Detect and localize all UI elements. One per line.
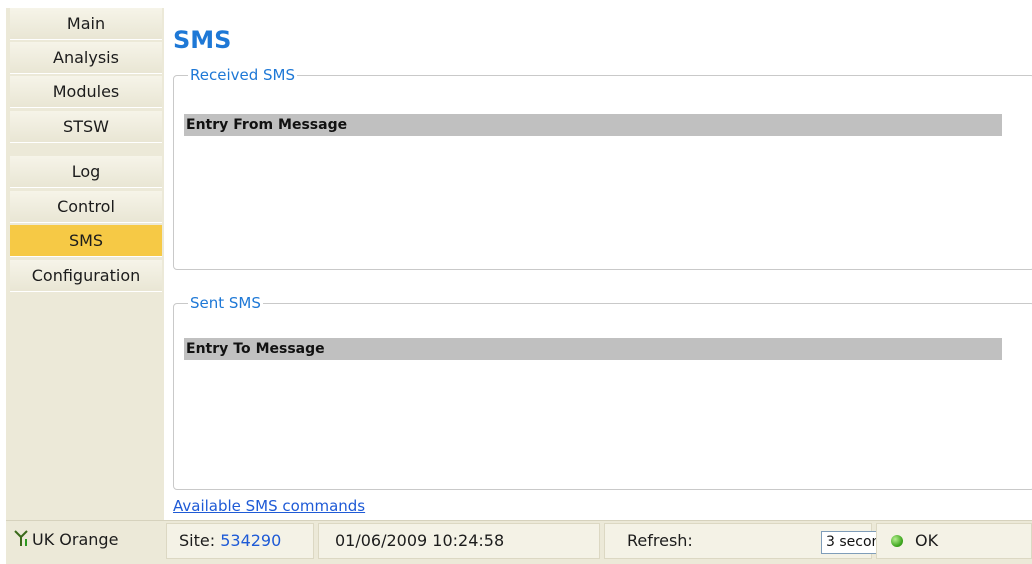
ok-status-icon (891, 535, 903, 547)
column-header-entry[interactable]: Entry (186, 341, 228, 357)
column-header-entry[interactable]: Entry (186, 117, 228, 133)
column-header-from[interactable]: From (233, 117, 273, 133)
sidebar-item-modules[interactable]: Modules (10, 76, 162, 108)
main-content: SMS Received SMS Entry From Message Sent S… (164, 8, 1032, 520)
column-header-message[interactable]: Message (278, 117, 347, 133)
sent-table-header: Entry To Message (184, 338, 1002, 360)
site-cell: Site: 534290 (166, 523, 314, 559)
received-sms-panel: Received SMS Entry From Message (173, 66, 1032, 270)
site-value: 534290 (220, 531, 282, 550)
sidebar-item-stsw[interactable]: STSW (10, 111, 162, 143)
network-status: UK Orange (6, 523, 156, 559)
status-bar: UK Orange Site: 534290 01/06/2009 10:24:… (6, 520, 1032, 564)
sidebar-item-log[interactable]: Log (10, 156, 162, 188)
received-sms-legend: Received SMS (190, 66, 295, 84)
sidebar-nav: Main Analysis Modules STSW Log Control S… (6, 8, 164, 520)
sidebar-item-control[interactable]: Control (10, 191, 162, 223)
datetime-value: 01/06/2009 10:24:58 (335, 531, 505, 550)
system-status-cell: OK (876, 523, 1032, 559)
page-title: SMS (173, 26, 232, 54)
available-sms-commands-link[interactable]: Available SMS commands (173, 497, 365, 515)
site-label: Site: (179, 531, 216, 550)
datetime-cell: 01/06/2009 10:24:58 (318, 523, 600, 559)
sidebar-item-configuration[interactable]: Configuration (10, 260, 162, 292)
received-table-header: Entry From Message (184, 114, 1002, 136)
network-name: UK Orange (32, 530, 119, 549)
sidebar-item-main[interactable]: Main (10, 8, 162, 40)
sms-page: Main Analysis Modules STSW Log Control S… (0, 0, 1032, 564)
sent-sms-panel: Sent SMS Entry To Message (173, 294, 1032, 490)
column-header-message[interactable]: Message (256, 341, 325, 357)
sidebar-item-sms[interactable]: SMS (10, 225, 162, 257)
refresh-label: Refresh: (627, 531, 693, 550)
sent-sms-legend: Sent SMS (190, 294, 261, 312)
signal-antenna-icon (14, 524, 28, 558)
column-header-to[interactable]: To (233, 341, 250, 357)
sidebar-item-analysis[interactable]: Analysis (10, 42, 162, 74)
system-status-text: OK (915, 531, 939, 550)
